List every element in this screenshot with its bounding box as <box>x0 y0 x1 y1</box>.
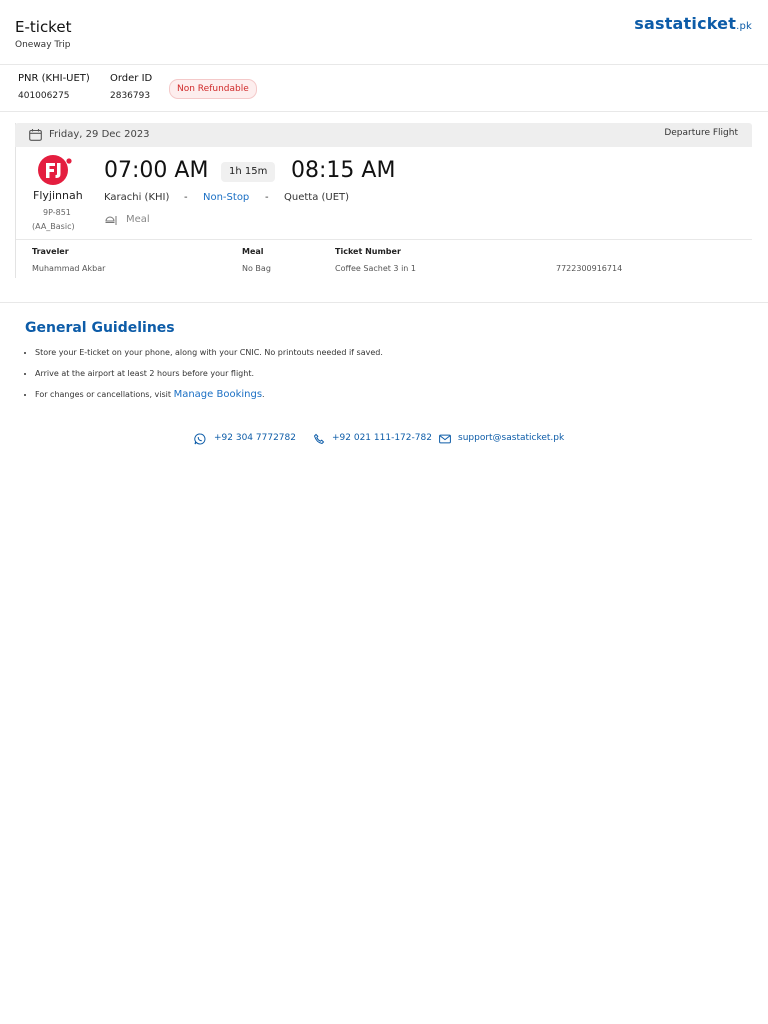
phone-link[interactable]: +92 021 111-172-782 <box>332 433 432 443</box>
pnr-value: 401006275 <box>18 91 70 101</box>
whatsapp-link[interactable]: +92 304 7772782 <box>214 433 296 443</box>
meal-icon <box>105 216 117 225</box>
column-header-traveler: Traveler <box>32 247 69 256</box>
flight-number: 9P-851 <box>43 208 71 217</box>
brand-logo[interactable]: sastaticket.pk <box>634 14 752 33</box>
email-icon <box>439 434 451 444</box>
guideline-text: For changes or cancellations, visit <box>35 390 174 399</box>
origin-city: Karachi (KHI) <box>104 192 170 203</box>
airline-name: Flyjinnah <box>33 189 83 202</box>
departure-time: 07:00 AM <box>104 158 209 183</box>
ticket-number-cell: 7722300916714 <box>556 264 623 273</box>
brand-name: sastaticket <box>634 14 737 33</box>
section-divider <box>0 302 768 303</box>
list-item: Arrive at the airport at least 2 hours b… <box>35 367 383 388</box>
brand-suffix: .pk <box>736 21 752 32</box>
flight-duration: 1h 15m <box>221 162 276 182</box>
guidelines-list: Store your E-ticket on your phone, along… <box>20 346 383 409</box>
order-id-value: 2836793 <box>110 91 151 101</box>
divider <box>16 239 752 240</box>
baggage-cell: No Bag <box>242 264 271 273</box>
column-header-meal: Meal <box>242 247 264 256</box>
refund-status-badge: Non Refundable <box>169 79 257 99</box>
column-header-ticket-number: Ticket Number <box>335 247 401 256</box>
meal-info: Meal <box>126 214 150 225</box>
fare-class: (AA_Basic) <box>32 222 75 231</box>
arrival-time: 08:15 AM <box>291 158 396 183</box>
manage-bookings-link[interactable]: Manage Bookings <box>174 389 262 400</box>
calendar-icon <box>29 129 42 141</box>
order-id-label: Order ID <box>110 73 153 84</box>
email-link[interactable]: support@sastaticket.pk <box>458 433 564 443</box>
destination-city: Quetta (UET) <box>284 192 350 203</box>
pnr-label: PNR (KHI-UET) <box>18 73 90 84</box>
route-separator: - <box>184 192 188 203</box>
phone-icon <box>313 433 325 445</box>
whatsapp-icon <box>194 433 206 445</box>
route-separator: - <box>265 192 269 203</box>
flight-direction-label: Departure Flight <box>664 128 738 138</box>
stops-info: Non-Stop <box>203 192 250 203</box>
flight-date: Friday, 29 Dec 2023 <box>49 129 150 140</box>
flyjinnah-logo-icon <box>38 155 72 185</box>
trip-type: Oneway Trip <box>15 40 71 50</box>
list-item: For changes or cancellations, visit Mana… <box>35 388 383 409</box>
meal-cell: Coffee Sachet 3 in 1 <box>335 264 416 273</box>
list-item: Store your E-ticket on your phone, along… <box>35 346 383 367</box>
guideline-suffix: . <box>262 390 265 399</box>
page-title: E-ticket <box>15 18 72 36</box>
guidelines-title: General Guidelines <box>25 320 175 336</box>
traveler-name: Muhammad Akbar <box>32 264 106 273</box>
